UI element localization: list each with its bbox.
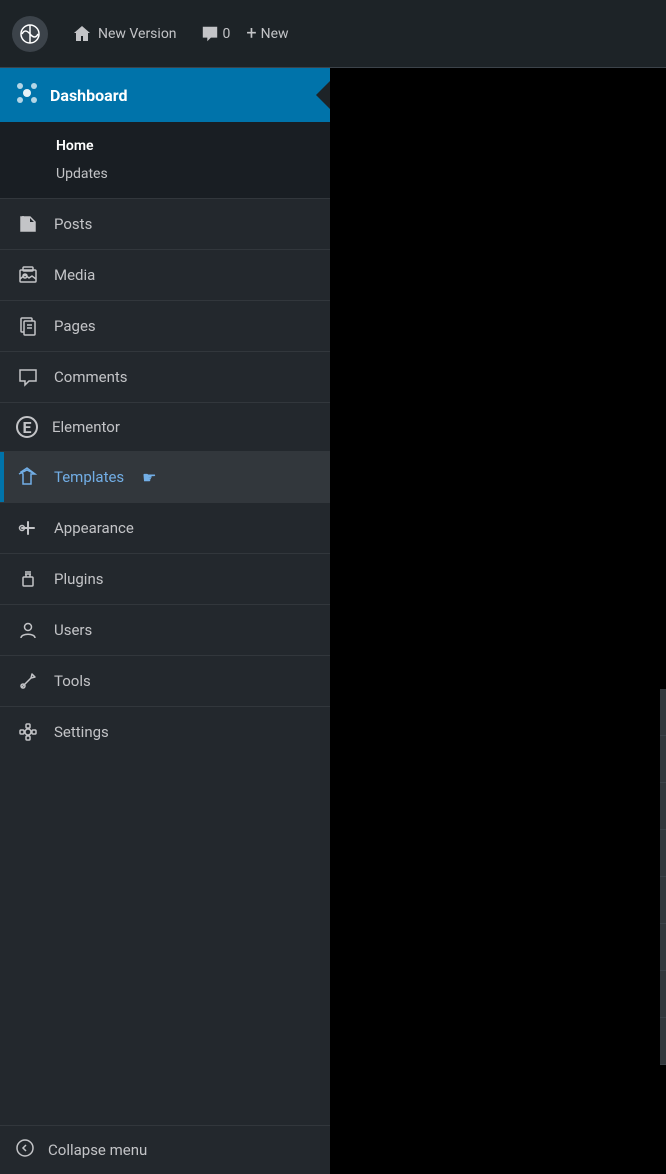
- comments-label: Comments: [54, 368, 128, 386]
- comments-sidebar-icon: [16, 365, 40, 389]
- pages-icon: [16, 314, 40, 338]
- collapse-icon: [16, 1139, 34, 1161]
- templates-submenu: Saved Templates Popups Theme Builder Lan…: [660, 689, 666, 1065]
- cursor-indicator: ☛: [142, 468, 156, 487]
- templates-icon: [16, 465, 40, 489]
- sidebar-item-comments[interactable]: Comments: [0, 351, 330, 402]
- posts-icon: [16, 212, 40, 236]
- comment-count: 0: [223, 26, 231, 42]
- submenu-add-new[interactable]: Add New: [660, 971, 666, 1018]
- new-label: New: [261, 26, 289, 42]
- appearance-icon: [16, 516, 40, 540]
- elementor-icon: E: [16, 416, 38, 438]
- elementor-label: Elementor: [52, 418, 120, 436]
- submenu-theme-builder[interactable]: Theme Builder: [660, 783, 666, 830]
- submenu-saved-templates[interactable]: Saved Templates: [660, 689, 666, 736]
- settings-icon: [16, 720, 40, 744]
- sidebar-item-plugins[interactable]: Plugins: [0, 553, 330, 604]
- appearance-label: Appearance: [54, 519, 134, 537]
- plugins-label: Plugins: [54, 570, 103, 588]
- sidebar-item-users[interactable]: Users: [0, 604, 330, 655]
- submenu-categories[interactable]: Categories: [660, 1018, 666, 1065]
- tools-icon: [16, 669, 40, 693]
- sidebar-item-settings[interactable]: Settings: [0, 706, 330, 757]
- posts-label: Posts: [54, 215, 92, 233]
- sidebar-item-templates[interactable]: Templates ☛: [0, 451, 330, 502]
- users-icon: [16, 618, 40, 642]
- sidebar-item-posts[interactable]: Posts: [0, 198, 330, 249]
- site-title: New Version: [98, 26, 177, 42]
- main-layout: Dashboard Home Updates Posts: [0, 68, 666, 1174]
- sidebar-item-appearance[interactable]: Appearance: [0, 502, 330, 553]
- sidebar-item-home[interactable]: Home: [56, 132, 330, 160]
- submenu-floating-elements[interactable]: Floating Elements: [660, 877, 666, 924]
- collapse-label: Collapse menu: [48, 1141, 147, 1159]
- sidebar-item-dashboard[interactable]: Dashboard: [0, 68, 330, 122]
- submenu-kit-library[interactable]: Kit Library: [660, 924, 666, 971]
- submenu-popups[interactable]: Popups: [660, 736, 666, 783]
- comments-link[interactable]: 0: [201, 25, 231, 43]
- sidebar-item-media[interactable]: Media: [0, 249, 330, 300]
- pages-label: Pages: [54, 317, 96, 335]
- wordpress-logo[interactable]: [12, 16, 48, 52]
- sidebar-item-updates[interactable]: Updates: [56, 160, 330, 188]
- templates-label: Templates: [54, 468, 124, 486]
- collapse-menu-button[interactable]: Collapse menu: [0, 1125, 330, 1174]
- content-area: Saved Templates Popups Theme Builder Lan…: [330, 68, 666, 1174]
- sidebar-item-tools[interactable]: Tools: [0, 655, 330, 706]
- submenu-floating-elements-wrapper: Floating Elements: [660, 877, 666, 924]
- plus-icon: +: [246, 23, 256, 44]
- media-label: Media: [54, 266, 95, 284]
- submenu-landing-pages[interactable]: Landing Pages: [660, 830, 666, 877]
- sidebar-item-pages[interactable]: Pages: [0, 300, 330, 351]
- new-content-link[interactable]: + New: [246, 23, 288, 44]
- admin-bar: New Version 0 + New: [0, 0, 666, 68]
- settings-label: Settings: [54, 723, 109, 741]
- users-label: Users: [54, 621, 92, 639]
- dashboard-submenu: Home Updates: [0, 122, 330, 198]
- sidebar: Dashboard Home Updates Posts: [0, 68, 330, 1174]
- dashboard-icon: [16, 82, 38, 108]
- home-link[interactable]: New Version: [64, 20, 185, 48]
- tools-label: Tools: [54, 672, 91, 690]
- dashboard-label: Dashboard: [50, 86, 127, 105]
- media-icon: [16, 263, 40, 287]
- plugins-icon: [16, 567, 40, 591]
- sidebar-item-elementor[interactable]: E Elementor: [0, 402, 330, 451]
